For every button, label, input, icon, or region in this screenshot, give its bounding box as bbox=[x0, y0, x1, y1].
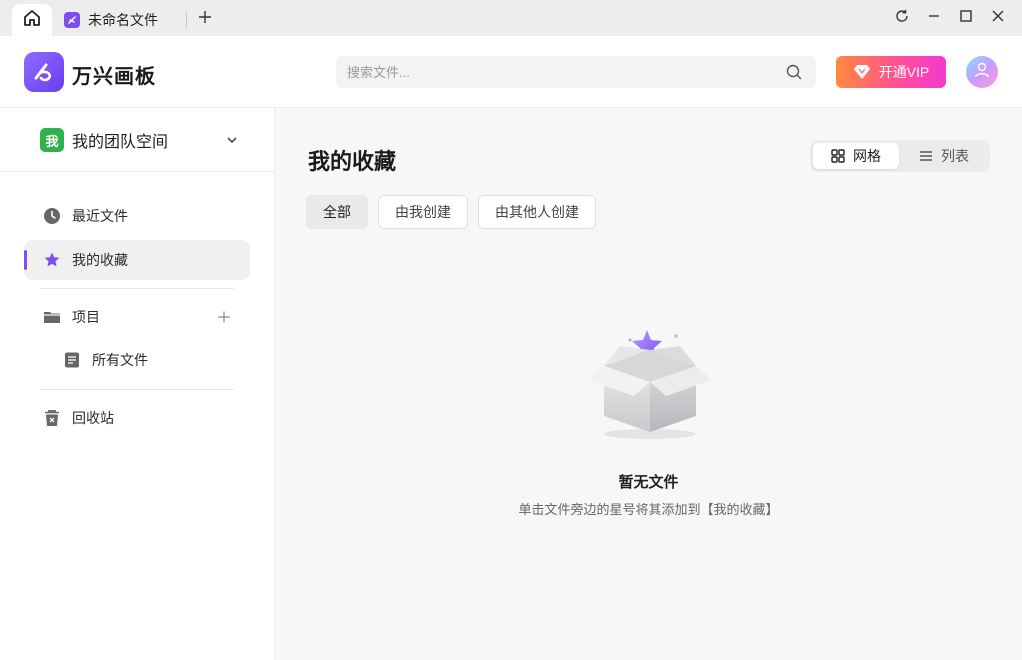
user-avatar[interactable] bbox=[966, 56, 998, 88]
tab-label: 未命名文件 bbox=[88, 12, 158, 28]
team-space-selector[interactable]: 我 我的团队空间 bbox=[40, 128, 240, 152]
home-tab[interactable] bbox=[12, 4, 52, 36]
sidebar-item-recent[interactable]: 最近文件 bbox=[24, 196, 250, 236]
plus-icon bbox=[198, 10, 212, 29]
sidebar-item-favorites[interactable]: 我的收藏 bbox=[24, 240, 250, 280]
sidebar-item-all-files[interactable]: 所有文件 bbox=[24, 340, 250, 380]
app-logo bbox=[24, 52, 64, 92]
list-icon bbox=[919, 149, 933, 163]
divider bbox=[40, 288, 234, 289]
app-logo-icon bbox=[64, 12, 80, 28]
user-icon bbox=[973, 61, 991, 84]
tab-untitled-file[interactable]: 未命名文件 bbox=[56, 4, 184, 36]
close-icon bbox=[991, 9, 1005, 28]
filter-created-by-me[interactable]: 由我创建 bbox=[378, 195, 468, 229]
minimize-button[interactable] bbox=[922, 6, 946, 30]
view-grid-label: 网格 bbox=[853, 148, 881, 164]
sidebar: 我 我的团队空间 最近文件 我的收藏 项目 所有文件 回收站 bbox=[0, 108, 275, 660]
trash-icon bbox=[42, 408, 62, 428]
page-title: 我的收藏 bbox=[308, 149, 397, 174]
folder-icon bbox=[42, 307, 62, 327]
filter-all[interactable]: 全部 bbox=[306, 195, 368, 229]
chevron-down-icon bbox=[224, 132, 240, 148]
add-project-button[interactable] bbox=[214, 307, 234, 327]
view-list-label: 列表 bbox=[941, 148, 969, 164]
team-name: 我的团队空间 bbox=[72, 134, 169, 151]
sidebar-item-projects[interactable]: 项目 bbox=[24, 297, 250, 337]
divider bbox=[40, 389, 234, 390]
app-header: 万兴画板 开通VIP bbox=[0, 36, 1022, 108]
diamond-icon bbox=[853, 64, 871, 80]
tab-separator bbox=[186, 11, 187, 29]
tab-bar: 未命名文件 bbox=[0, 0, 1022, 36]
grid-icon bbox=[831, 149, 845, 163]
search-icon[interactable] bbox=[784, 62, 804, 82]
divider bbox=[0, 171, 274, 172]
minimize-icon bbox=[927, 9, 941, 28]
sidebar-item-label: 所有文件 bbox=[92, 352, 148, 368]
view-toggle: 网格 列表 bbox=[810, 140, 990, 172]
team-badge: 我 bbox=[40, 128, 64, 152]
maximize-button[interactable] bbox=[954, 6, 978, 30]
refresh-icon bbox=[895, 9, 909, 28]
search-input[interactable] bbox=[336, 56, 784, 88]
sidebar-item-label: 最近文件 bbox=[72, 208, 128, 224]
open-vip-button[interactable]: 开通VIP bbox=[836, 56, 946, 88]
sidebar-item-label: 项目 bbox=[72, 309, 100, 325]
refresh-button[interactable] bbox=[890, 6, 914, 30]
app-name: 万兴画板 bbox=[72, 66, 156, 88]
new-tab-button[interactable] bbox=[194, 8, 216, 30]
sidebar-item-label: 我的收藏 bbox=[72, 252, 128, 268]
empty-state-description: 单击文件旁边的星号将其添加到【我的收藏】 bbox=[518, 502, 779, 517]
close-window-button[interactable] bbox=[986, 6, 1010, 30]
sidebar-item-trash[interactable]: 回收站 bbox=[24, 398, 250, 438]
empty-box-illustration bbox=[580, 322, 720, 442]
view-grid-button[interactable]: 网格 bbox=[813, 143, 899, 169]
filter-created-by-others[interactable]: 由其他人创建 bbox=[478, 195, 596, 229]
sidebar-item-label: 回收站 bbox=[72, 410, 114, 426]
vip-label: 开通VIP bbox=[878, 64, 930, 80]
home-icon bbox=[22, 8, 42, 33]
search-bar bbox=[336, 56, 816, 88]
empty-state-title: 暂无文件 bbox=[618, 474, 679, 491]
clock-icon bbox=[42, 206, 62, 226]
maximize-icon bbox=[959, 9, 973, 28]
document-icon bbox=[62, 350, 82, 370]
star-icon bbox=[42, 250, 62, 270]
main-content: 我的收藏 网格 列表 全部 由我创建 由其他人创建 暂无文件 单击文件旁边的星号… bbox=[275, 108, 1022, 660]
view-list-button[interactable]: 列表 bbox=[901, 143, 987, 169]
